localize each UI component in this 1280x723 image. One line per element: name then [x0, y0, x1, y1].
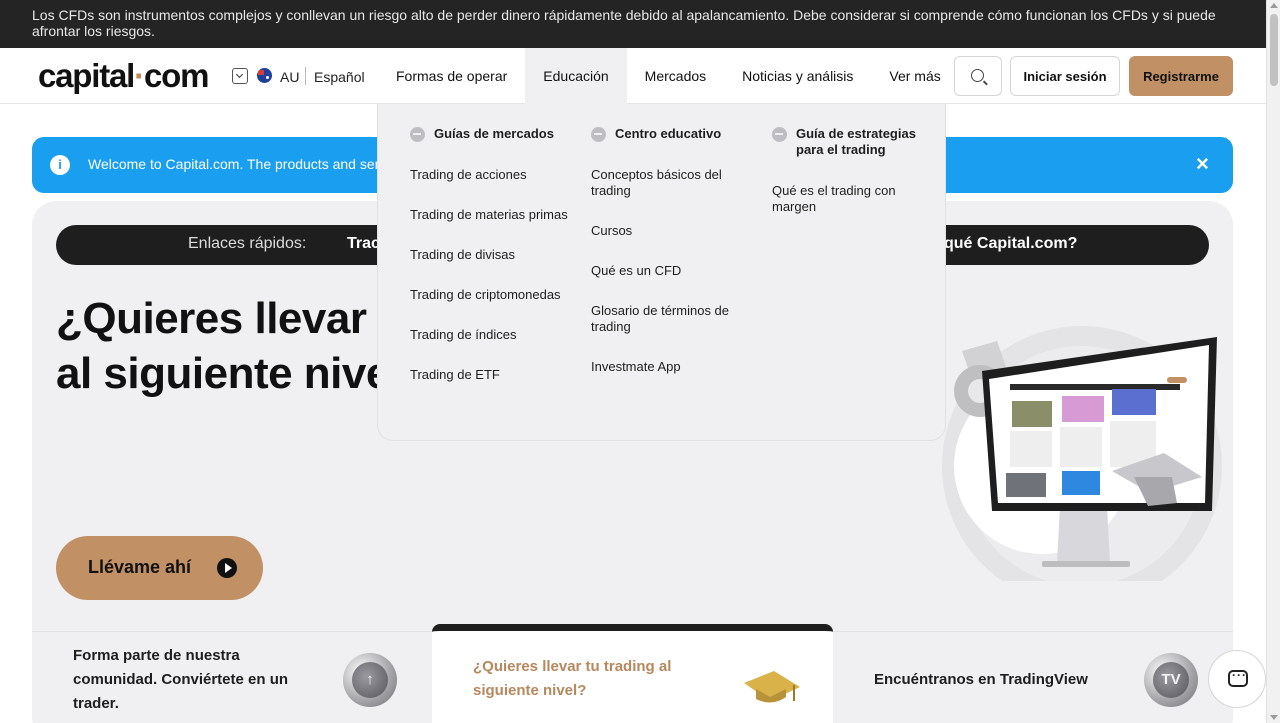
menu-item-trading-indices[interactable]: Trading de índices — [410, 327, 570, 343]
nav-ver-mas[interactable]: Ver más — [871, 48, 958, 104]
scrollbar-thumb[interactable] — [1270, 14, 1278, 86]
menu-item-conceptos-basicos[interactable]: Conceptos básicos del trading — [591, 167, 751, 199]
cta-label: Llévame ahí — [88, 557, 192, 577]
tradingview-badge-icon: TV — [1144, 653, 1198, 707]
dropdown-column-education-center: Centro educativo Conceptos básicos del t… — [591, 126, 751, 399]
register-button[interactable]: Registrarme — [1129, 56, 1233, 96]
language-selector[interactable]: Español — [314, 69, 365, 85]
page-scrollbar[interactable] — [1266, 0, 1280, 723]
logo-text-right: com — [143, 57, 209, 94]
menu-item-trading-materias-primas[interactable]: Trading de materias primas — [410, 207, 570, 223]
search-button[interactable] — [954, 56, 1002, 96]
info-icon: i — [50, 155, 70, 175]
community-card[interactable]: Forma parte de nuestra comunidad. Convié… — [32, 631, 432, 723]
quick-link-trading[interactable]: Trac — [347, 235, 380, 253]
logo-text-left: capital — [38, 57, 135, 94]
arrow-right-icon — [772, 127, 787, 142]
locale-dropdown-icon[interactable] — [232, 68, 248, 84]
arrow-right-icon — [591, 127, 606, 142]
menu-item-trading-criptomonedas[interactable]: Trading de criptomonedas — [410, 287, 570, 303]
menu-item-que-es-un-cfd[interactable]: Qué es un CFD — [591, 263, 751, 279]
close-icon[interactable]: × — [1196, 151, 1209, 177]
strategy-guide-heading-label: Guía de estrategias para el trading — [796, 126, 916, 157]
nav-formas-de-operar[interactable]: Formas de operar — [378, 48, 525, 104]
dropdown-column-market-guides: Guías de mercados Trading de acciones Tr… — [410, 126, 570, 407]
strategy-guide-heading[interactable]: Guía de estrategias para el trading — [772, 126, 932, 158]
risk-warning-banner: Los CFDs son instrumentos complejos y co… — [0, 0, 1266, 48]
feature-cards: Forma parte de nuestra comunidad. Convié… — [32, 624, 1233, 723]
menu-item-cursos[interactable]: Cursos — [591, 223, 751, 239]
scroll-up-arrow-icon[interactable] — [1270, 3, 1278, 8]
tradingview-card[interactable]: Encuéntranos en TradingView TV — [833, 631, 1233, 723]
nav-educacion[interactable]: Educación — [525, 48, 627, 104]
menu-item-trading-con-margen[interactable]: Qué es el trading con margen — [772, 183, 932, 215]
quick-link-why-capital[interactable]: qué Capital.com? — [944, 235, 1077, 253]
risk-warning-text: Los CFDs son instrumentos complejos y co… — [32, 7, 1216, 39]
quick-links-label: Enlaces rápidos: — [188, 235, 307, 252]
australia-flag-icon — [257, 68, 272, 83]
education-dropdown-menu: Guías de mercados Trading de acciones Tr… — [377, 104, 946, 441]
market-guides-list: Trading de acciones Trading de materias … — [410, 167, 570, 383]
scroll-down-arrow-icon[interactable] — [1270, 715, 1278, 720]
next-level-card[interactable]: ¿Quieres llevar tu trading al siguiente … — [432, 624, 833, 723]
menu-item-trading-etf[interactable]: Trading de ETF — [410, 367, 570, 383]
education-center-heading[interactable]: Centro educativo — [591, 126, 751, 142]
education-center-list: Conceptos básicos del trading Cursos Qué… — [591, 167, 751, 375]
search-icon — [971, 69, 984, 82]
tradingview-card-text: Encuéntranos en TradingView — [874, 671, 1088, 688]
market-guides-heading-label: Guías de mercados — [434, 126, 554, 141]
arrow-right-icon — [410, 127, 425, 142]
arrow-up-badge-icon: ↑ — [343, 653, 397, 707]
country-code[interactable]: AU — [280, 69, 299, 85]
education-center-heading-label: Centro educativo — [615, 126, 722, 141]
menu-item-glosario[interactable]: Glosario de términos de trading — [591, 303, 751, 335]
play-arrow-icon — [217, 558, 237, 578]
locale-divider — [305, 67, 306, 85]
main-nav: Formas de operar Educación Mercados Noti… — [378, 48, 959, 104]
nav-mercados[interactable]: Mercados — [627, 48, 724, 104]
take-me-there-button[interactable]: Llévame ahí — [56, 536, 263, 600]
monitor-illustration — [942, 326, 1222, 581]
logo-dot: · — [134, 57, 145, 94]
menu-item-trading-divisas[interactable]: Trading de divisas — [410, 247, 570, 263]
login-button[interactable]: Iniciar sesión — [1010, 56, 1120, 96]
nav-noticias-y-analisis[interactable]: Noticias y análisis — [724, 48, 871, 104]
chat-button[interactable] — [1208, 650, 1266, 708]
community-card-text: Forma parte de nuestra comunidad. Convié… — [73, 647, 289, 712]
dropdown-column-strategy-guide: Guía de estrategias para el trading Qué … — [772, 126, 932, 239]
welcome-notice-text: Welcome to Capital.com. The products and… — [88, 156, 390, 172]
search-icon-handle — [983, 80, 988, 86]
graduation-cap-icon — [744, 671, 800, 703]
menu-item-trading-acciones[interactable]: Trading de acciones — [410, 167, 570, 183]
market-guides-heading[interactable]: Guías de mercados — [410, 126, 570, 142]
menu-item-investmate-app[interactable]: Investmate App — [591, 359, 751, 375]
strategy-guide-list: Qué es el trading con margen — [772, 183, 932, 215]
chat-bubble-icon — [1228, 668, 1248, 687]
site-header: capital·com AU Español Formas de operar … — [0, 48, 1266, 104]
capital-com-logo[interactable]: capital·com — [38, 57, 209, 94]
next-level-card-text: ¿Quieres llevar tu trading al siguiente … — [473, 658, 672, 699]
